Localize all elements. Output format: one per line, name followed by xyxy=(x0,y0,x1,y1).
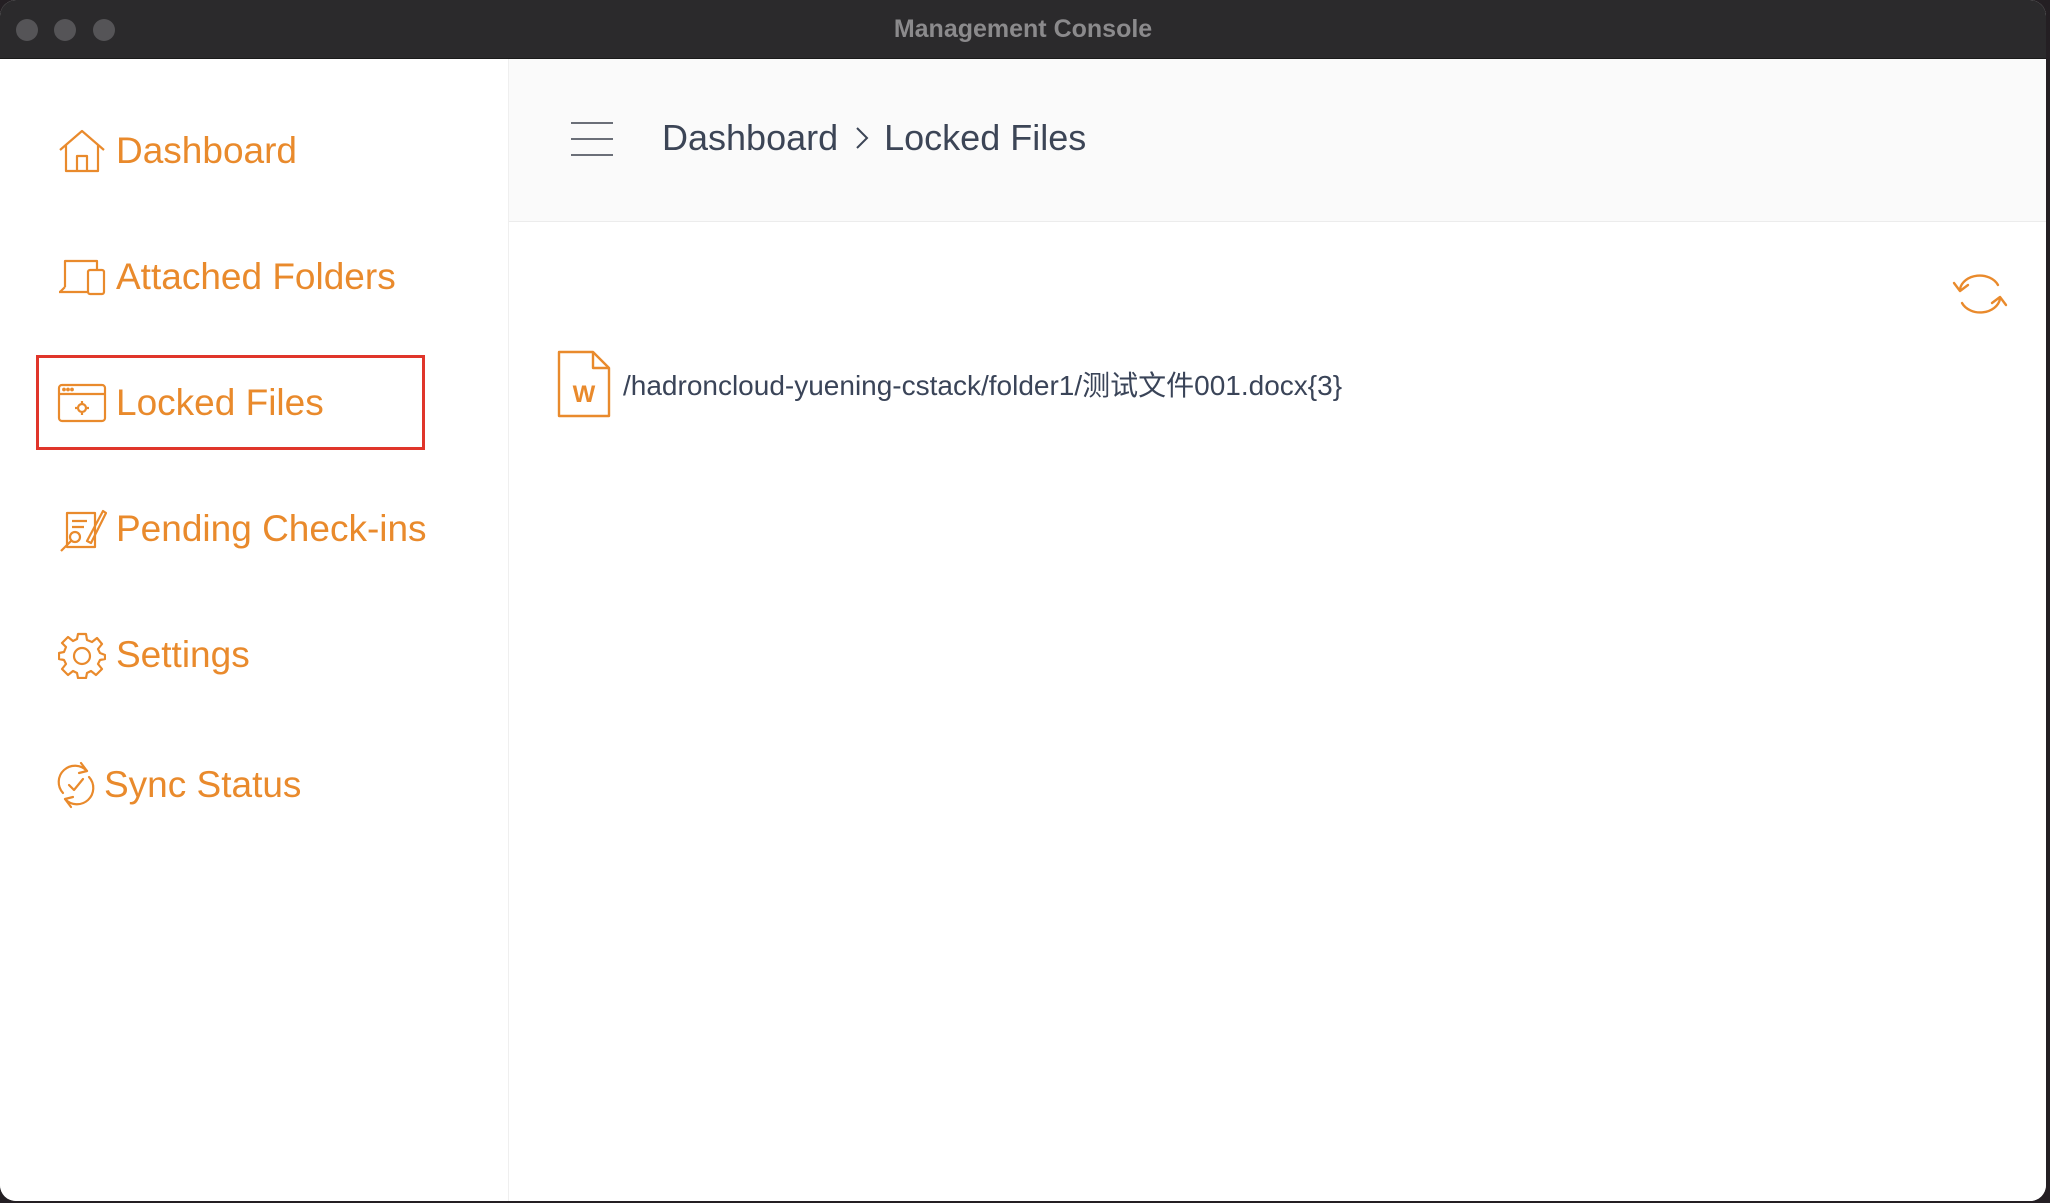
devices-icon xyxy=(56,251,108,303)
sidebar-item-label: Sync Status xyxy=(104,764,302,805)
sidebar-item-locked-files[interactable]: Locked Files xyxy=(56,355,324,451)
sidebar: Dashboard Attached Folders Locked Files … xyxy=(0,59,509,1201)
title-bar: Management Console xyxy=(0,0,2046,59)
sidebar-item-dashboard[interactable]: Dashboard xyxy=(56,103,297,199)
sidebar-item-label: Attached Folders xyxy=(116,256,396,297)
breadcrumb-locked-files: Locked Files xyxy=(884,117,1087,158)
locked-file-row[interactable]: W /hadroncloud-yuening-cstack/folder1/测试… xyxy=(555,347,1342,421)
refresh-icon[interactable] xyxy=(1952,271,2008,317)
hamburger-menu-icon[interactable] xyxy=(569,119,615,159)
edit-document-icon xyxy=(56,503,108,555)
sidebar-item-pending-check-ins[interactable]: Pending Check-ins xyxy=(56,481,427,577)
word-file-icon: W xyxy=(555,348,613,420)
chevron-right-icon xyxy=(854,125,870,151)
app-window: Management Console Dashboard Attached Fo… xyxy=(0,0,2046,1201)
page-header: Dashboard Locked Files xyxy=(509,59,2046,222)
sidebar-item-label: Dashboard xyxy=(116,130,298,171)
file-path: /hadroncloud-yuening-cstack/folder1/测试文件… xyxy=(623,370,1343,401)
sidebar-item-settings[interactable]: Settings xyxy=(56,607,250,703)
window-title: Management Console xyxy=(893,15,1153,43)
sidebar-item-sync-status[interactable]: Sync Status xyxy=(56,737,301,833)
sidebar-item-label: Settings xyxy=(116,634,250,675)
breadcrumb: Dashboard Locked Files xyxy=(662,111,1086,165)
sidebar-item-label: Pending Check-ins xyxy=(116,508,427,549)
sync-check-icon xyxy=(56,759,96,811)
svg-text:W: W xyxy=(573,381,596,408)
sidebar-item-label: Locked Files xyxy=(116,382,324,423)
breadcrumb-dashboard[interactable]: Dashboard xyxy=(662,117,838,159)
locked-window-icon xyxy=(56,377,108,429)
home-icon xyxy=(56,125,108,177)
main-content: Dashboard Locked Files W /hadroncloud-yu… xyxy=(509,59,2046,1201)
sidebar-item-attached-folders[interactable]: Attached Folders xyxy=(56,229,396,325)
gear-icon xyxy=(56,629,108,681)
